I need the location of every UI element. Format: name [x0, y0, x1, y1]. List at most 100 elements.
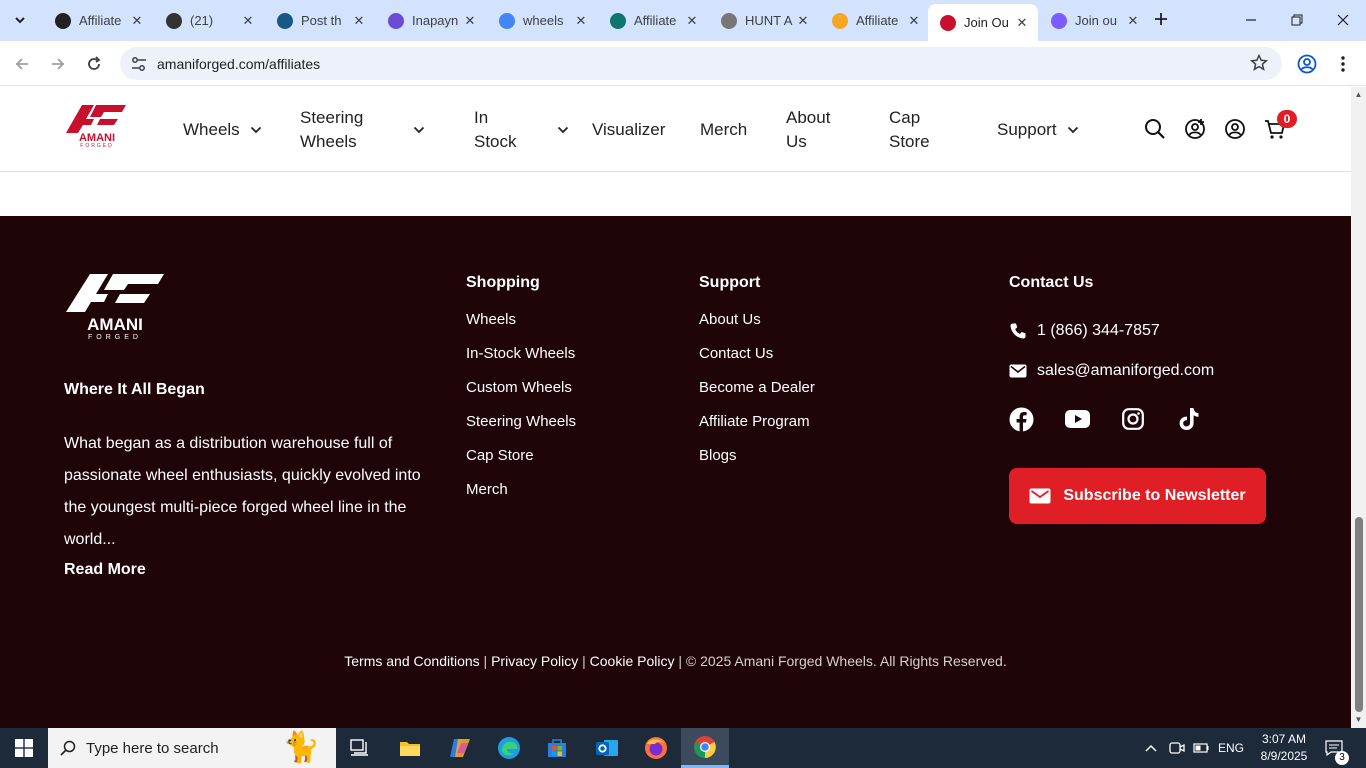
firefox-button[interactable]	[632, 728, 680, 768]
restore-button[interactable]	[1274, 0, 1320, 40]
new-tab-button[interactable]	[1150, 8, 1172, 30]
nav-item[interactable]: Wheels	[183, 87, 262, 172]
reload-icon	[88, 56, 101, 70]
svg-text:FORGED: FORGED	[80, 143, 113, 147]
file-explorer-button[interactable]	[386, 728, 434, 768]
chrome-button[interactable]	[681, 728, 729, 768]
footer-link[interactable]: About Us	[699, 311, 761, 328]
scroll-up-arrow[interactable]: ▲	[1354, 90, 1363, 99]
close-tab-icon[interactable]: ✕	[573, 13, 589, 29]
edge-button[interactable]	[485, 728, 533, 768]
close-tab-icon[interactable]: ✕	[462, 13, 478, 29]
meet-now-button[interactable]	[1169, 728, 1185, 768]
browser-tab[interactable]: Affiliate ✕	[598, 4, 708, 37]
reload-button[interactable]	[81, 51, 107, 77]
footer-link[interactable]: Affiliate Program	[699, 413, 810, 430]
close-tab-icon[interactable]: ✕	[684, 13, 700, 29]
instagram-link[interactable]	[1120, 406, 1146, 432]
account-button[interactable]	[1223, 117, 1247, 141]
show-hidden-icons-button[interactable]	[1144, 728, 1158, 768]
close-tab-icon[interactable]: ✕	[351, 13, 367, 29]
browser-tab-title: HUNT A	[745, 13, 793, 28]
battery-button[interactable]	[1193, 728, 1209, 768]
copilot-button[interactable]	[436, 728, 484, 768]
close-tab-icon[interactable]: ✕	[129, 13, 145, 29]
input-language-button[interactable]: ENG	[1218, 728, 1244, 768]
browser-tab[interactable]: HUNT A ✕	[709, 4, 819, 37]
profile-button[interactable]	[1294, 51, 1320, 77]
start-button[interactable]	[0, 728, 48, 768]
address-bar[interactable]: amaniforged.com/affiliates	[120, 47, 1282, 80]
phone-number[interactable]: 1 (866) 344-7857	[1037, 322, 1160, 340]
close-tab-icon[interactable]: ✕	[1125, 13, 1141, 29]
chevron-up-icon	[1145, 744, 1157, 752]
browser-tab[interactable]: Affiliate ✕	[43, 4, 153, 37]
register-button[interactable]	[1183, 117, 1207, 141]
youtube-link[interactable]	[1064, 406, 1090, 432]
nav-item[interactable]: Visualizer	[592, 87, 665, 172]
tab-search-button[interactable]	[6, 7, 34, 33]
cookie-link[interactable]: Cookie Policy	[590, 653, 675, 669]
nav-item[interactable]: Steering Wheels	[300, 87, 425, 172]
scroll-thumb[interactable]	[1355, 517, 1363, 712]
browser-tab[interactable]: (21) ✕	[154, 4, 264, 37]
footer-link[interactable]: In-Stock Wheels	[466, 345, 575, 362]
browser-tab[interactable]: wheels ✕	[487, 4, 597, 37]
task-view-button[interactable]	[336, 728, 384, 768]
browser-tab[interactable]: Affiliate ✕	[820, 4, 930, 37]
back-button[interactable]	[9, 51, 35, 77]
site-settings-icon[interactable]	[130, 55, 148, 73]
footer-link[interactable]: Blogs	[699, 447, 737, 464]
close-tab-icon[interactable]: ✕	[1014, 15, 1030, 31]
page-scrollbar[interactable]: ▲ ▼	[1351, 87, 1366, 728]
footer-link[interactable]: Steering Wheels	[466, 413, 576, 430]
footer-link[interactable]: Cap Store	[466, 447, 534, 464]
nav-item[interactable]: Cap Store	[889, 87, 930, 172]
privacy-link[interactable]: Privacy Policy	[491, 653, 578, 669]
close-tab-icon[interactable]: ✕	[795, 13, 811, 29]
store-button[interactable]	[533, 728, 581, 768]
browser-tab[interactable]: Inapayn ✕	[376, 4, 486, 37]
browser-menu-button[interactable]	[1330, 51, 1356, 77]
minimize-button[interactable]	[1228, 0, 1274, 40]
facebook-link[interactable]	[1008, 406, 1034, 432]
close-tab-icon[interactable]: ✕	[240, 13, 256, 29]
email-address[interactable]: sales@amaniforged.com	[1037, 362, 1214, 380]
read-more-link[interactable]: Read More	[64, 561, 146, 579]
nav-item[interactable]: Merch	[700, 87, 747, 172]
close-window-button[interactable]	[1320, 0, 1366, 40]
footer-link[interactable]: Custom Wheels	[466, 379, 572, 396]
tiktok-link[interactable]	[1176, 406, 1202, 432]
terms-link[interactable]: Terms and Conditions	[344, 653, 479, 669]
nav-item[interactable]: In Stock	[474, 87, 569, 172]
outlook-button[interactable]	[583, 728, 631, 768]
footer-link[interactable]: Contact Us	[699, 345, 773, 362]
user-add-icon	[1185, 119, 1205, 139]
footer-link[interactable]: Merch	[466, 481, 508, 498]
kebab-menu-icon	[1341, 56, 1345, 72]
phone-row[interactable]: 1 (866) 344-7857	[1009, 322, 1160, 340]
clock-date: 8/9/2025	[1260, 749, 1308, 763]
search-button[interactable]	[1143, 117, 1167, 141]
forward-button[interactable]	[45, 51, 71, 77]
taskbar-search-box[interactable]: Type here to search 🐈	[48, 728, 336, 768]
chevron-down-icon	[557, 126, 568, 133]
nav-item[interactable]: Support	[997, 87, 1079, 172]
legal-links: Terms and Conditions | Privacy Policy | …	[344, 653, 1007, 669]
subscribe-newsletter-button[interactable]: Subscribe to Newsletter	[1009, 468, 1266, 524]
scroll-down-arrow[interactable]: ▼	[1354, 715, 1363, 724]
email-row[interactable]: sales@amaniforged.com	[1009, 362, 1214, 380]
browser-tab-title: Join ou	[1075, 13, 1117, 28]
nav-item-label: Cap Store	[889, 107, 930, 151]
taskbar-clock[interactable]: 3:07 AM 8/9/2025	[1254, 731, 1314, 765]
browser-tab[interactable]: Post th ✕	[265, 4, 375, 37]
close-tab-icon[interactable]: ✕	[906, 13, 922, 29]
browser-tab[interactable]: Join Ou ✕	[928, 4, 1038, 41]
footer-link[interactable]: Become a Dealer	[699, 379, 815, 396]
browser-tab[interactable]: Join ou ✕	[1039, 4, 1149, 37]
amani-forged-footer-logo[interactable]: AMANI FORGED	[64, 272, 166, 340]
footer-link[interactable]: Wheels	[466, 311, 516, 328]
bookmark-star-icon[interactable]	[1250, 54, 1268, 72]
nav-item[interactable]: About Us	[786, 87, 830, 172]
amani-forged-logo[interactable]: AMANI FORGED	[64, 103, 130, 147]
